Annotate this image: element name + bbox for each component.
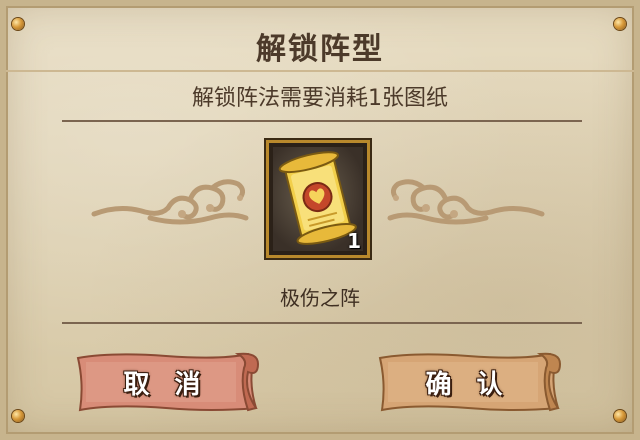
item-slot[interactable]: 1: [266, 140, 370, 258]
unlock-formation-dialog: 解锁阵型 解锁阵法需要消耗1张图纸 1 极伤之阵 取 消 确 认: [0, 0, 640, 440]
cancel-button-label: 取 消: [123, 369, 209, 400]
confirm-button-label: 确 认: [425, 369, 511, 400]
item-count-badge: 1: [347, 229, 361, 253]
dialog-message: 解锁阵法需要消耗1张图纸: [192, 86, 448, 111]
item-name: 极伤之阵: [280, 286, 360, 310]
content-divider-top: [62, 120, 582, 122]
cancel-button[interactable]: 取 消: [72, 350, 260, 414]
cloud-ornament-left-icon: [91, 179, 249, 225]
corner-bolt-icon: [12, 410, 24, 422]
dialog-title: 解锁阵型: [256, 32, 384, 67]
cloud-ornament-right-icon: [387, 179, 545, 225]
confirm-button[interactable]: 确 认: [374, 350, 562, 414]
content-divider-bottom: [62, 322, 582, 324]
title-divider: [6, 70, 634, 72]
corner-bolt-icon: [614, 410, 626, 422]
